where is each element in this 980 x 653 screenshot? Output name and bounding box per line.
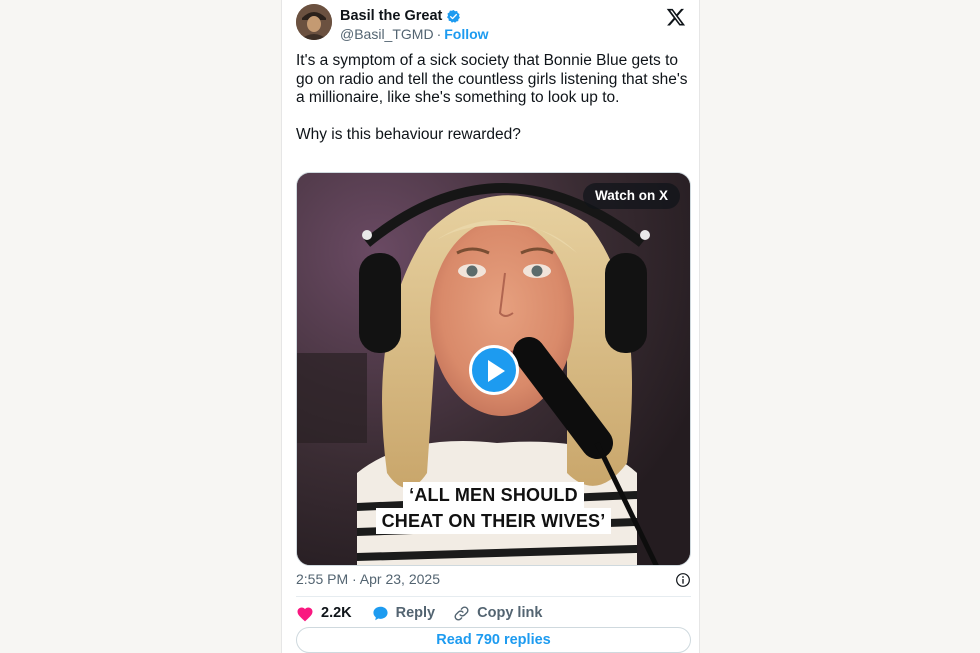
info-icon[interactable] [675,572,691,588]
author-handle[interactable]: @Basil_TGMD [340,26,434,42]
like-count: 2.2K [321,605,352,621]
video-player[interactable]: Watch on X ‘ALL MEN SHOULD CHEAT ON THEI… [296,172,691,566]
watch-on-x-button[interactable]: Watch on X [583,183,680,209]
tweet-header: Basil the Great @Basil_TGMD · Follow [296,4,688,44]
play-button[interactable] [469,345,519,395]
author-handle-row: @Basil_TGMD · Follow [340,26,489,42]
follow-button[interactable]: Follow [444,26,488,42]
tweet-card: Basil the Great @Basil_TGMD · Follow It'… [281,0,700,653]
author-name-row: Basil the Great [340,8,461,24]
play-icon [488,360,505,382]
tweet-text: It's a symptom of a sick society that Bo… [296,52,688,144]
tweet-meta-row: 2:55 PM · Apr 23, 2025 [296,571,691,591]
x-logo-icon[interactable] [666,7,686,27]
video-caption-line-1: ‘ALL MEN SHOULD [297,482,690,508]
author-display-name[interactable]: Basil the Great [340,8,442,24]
divider [296,596,691,597]
action-bar: 2.2K Reply Copy link [296,602,542,624]
caption-text-2: CHEAT ON THEIR WIVES’ [375,508,612,534]
verified-badge-icon [447,9,461,23]
read-replies-button[interactable]: Read 790 replies [296,627,691,653]
copy-link-button[interactable]: Copy link [453,605,542,622]
reply-bubble-icon [373,606,388,620]
tweet-timestamp[interactable]: 2:55 PM · Apr 23, 2025 [296,571,440,587]
author-avatar[interactable] [296,4,332,40]
caption-text-1: ‘ALL MEN SHOULD [403,482,584,508]
video-caption-line-2: CHEAT ON THEIR WIVES’ [297,508,690,534]
reply-label: Reply [395,605,436,621]
handle-separator: · [436,26,442,42]
like-button[interactable]: 2.2K [296,605,352,622]
reply-button[interactable]: Reply [372,605,436,622]
heart-icon [297,607,313,621]
copy-link-label: Copy link [477,605,543,621]
avatar-photo-icon [296,4,332,40]
link-icon [454,605,469,621]
